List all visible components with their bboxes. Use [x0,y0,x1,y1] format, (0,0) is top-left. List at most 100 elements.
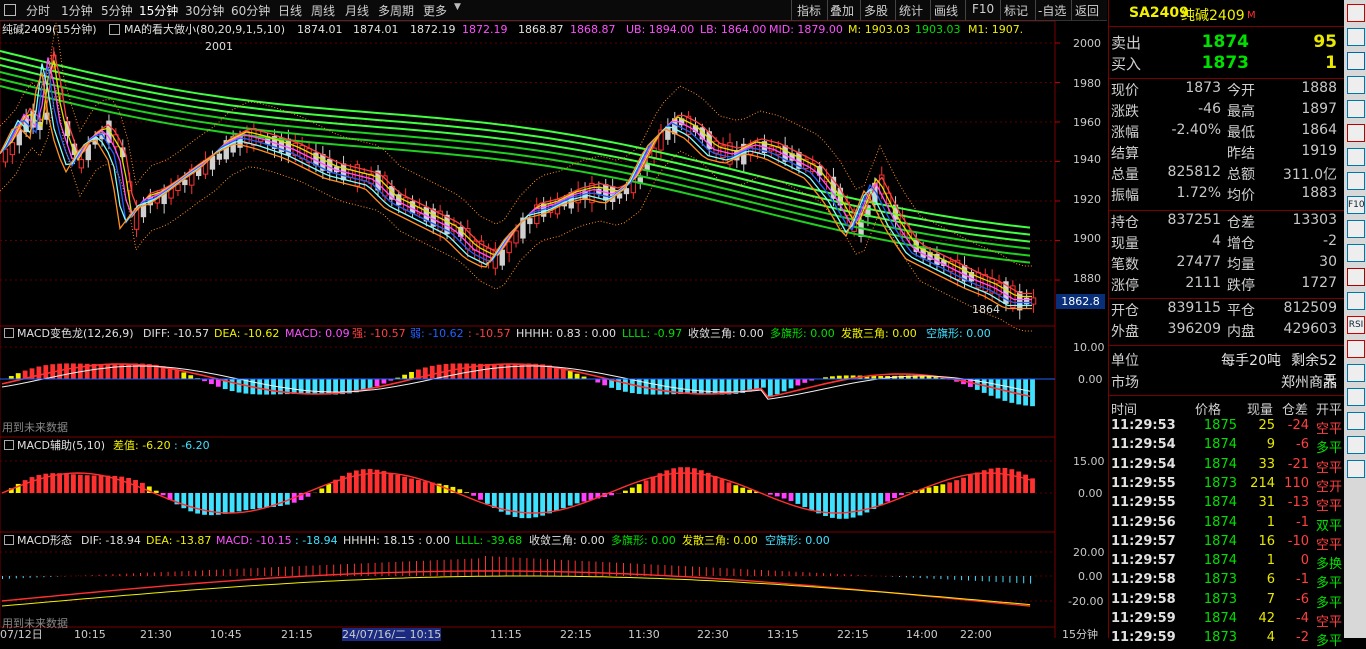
tick-row[interactable]: 11:29:551873214110空开 [1109,475,1345,494]
tick-row[interactable]: 11:29:53187525-24空平 [1109,417,1345,436]
f10-button[interactable]: F10 [972,2,994,16]
down-icon[interactable] [1347,412,1365,430]
symbol-code: SA2409 [1129,5,1189,21]
plus-icon[interactable] [1347,436,1365,454]
time-label: 10:45 [210,628,242,641]
ytick: 2000 [1073,37,1101,50]
period-30min[interactable]: 30分钟 [185,2,224,19]
period-5min[interactable]: 5分钟 [101,2,133,19]
f10-icon[interactable]: F10 [1347,196,1365,214]
draw-line-button[interactable]: 画线 [934,2,958,19]
period-monthly[interactable]: 月线 [345,2,369,19]
macd2-bar [554,493,559,511]
period-weekly[interactable]: 周线 [311,2,335,19]
alert-icon[interactable] [1347,340,1365,358]
macd3-bar [568,560,569,576]
indicator-toggle-icon[interactable] [109,24,120,35]
macd3-hhhh: HHHH: 18.15 : 0.00 [343,534,450,547]
multi-stock-button[interactable]: 多股 [864,2,888,19]
macd2-bar [520,493,525,518]
macd2-bar [747,490,752,493]
indicator-toggle-icon[interactable] [4,328,14,338]
macd2-bar [927,487,932,493]
period-60min[interactable]: 60分钟 [231,2,270,19]
indicator-toggle-icon[interactable] [4,440,14,450]
statistics-button[interactable]: 统计 [899,2,923,19]
macd3-dea: DEA: -13.87 [146,534,211,547]
window-icon[interactable] [4,4,16,16]
candle-body [79,160,83,168]
tick-type: 空开 [1316,476,1342,495]
macd3-bar [388,562,389,576]
macd1-title[interactable]: MACD变色龙(12,26,9) [17,327,134,340]
tick-price: 1874 [1195,515,1237,530]
scale-icon[interactable] [1347,220,1365,238]
tick-price: 1875 [1195,418,1237,433]
macd2-bar [202,493,207,515]
grid-icon[interactable] [1347,100,1365,118]
grid-icon[interactable] [1347,76,1365,94]
macd3-bar [278,567,279,576]
ytick: 1880 [1073,272,1101,285]
macd1-bar [409,372,414,379]
tick-row[interactable]: 11:29:5418749-6多平 [1109,436,1345,455]
grid-icon[interactable] [1347,28,1365,46]
tick-row[interactable]: 11:29:55187431-13空平 [1109,494,1345,513]
period-daily[interactable]: 日线 [278,2,302,19]
tick-row[interactable]: 11:29:54187433-21空平 [1109,456,1345,475]
macd3-bar [202,570,203,576]
tick-row[interactable]: 11:29:57187416-10空平 [1109,533,1345,552]
period-fenshi[interactable]: 分时 [26,2,50,19]
macd3-bar [954,576,955,580]
macd2-bar [830,493,835,518]
symbol-name: 纯碱2409 [1181,5,1245,25]
macd3-bar [575,561,576,576]
up-icon[interactable] [1347,388,1365,406]
mark-button[interactable]: 标记 [1004,2,1028,19]
add-favorite-button[interactable]: -自选 [1038,2,1066,19]
grid-icon[interactable] [1347,244,1365,262]
period-more[interactable]: 更多 [423,2,447,19]
macd2-bar [720,479,725,493]
macd3-bar [768,570,769,576]
tick-row[interactable]: 11:29:5918734-2多平 [1109,629,1345,648]
period-multi[interactable]: 多周期 [378,2,414,19]
macd3-bar [444,560,445,576]
period-15min[interactable]: 15分钟 [139,2,178,19]
tick-row[interactable]: 11:29:5818736-1多平 [1109,571,1345,590]
value-4: 1872.19 [462,23,508,36]
macd2-title[interactable]: MACD辅助(5,10) [17,439,105,452]
zoom-in-icon[interactable] [1347,364,1365,382]
chart-icon[interactable] [1347,124,1365,142]
tick-time: 11:29:57 [1111,553,1176,568]
indicator-toggle-icon[interactable] [4,535,14,545]
macd3-title[interactable]: MACD形态 [17,534,72,547]
fund-icon[interactable] [1347,172,1365,190]
report-icon[interactable] [1347,148,1365,166]
indicator-button[interactable]: 指标 [797,2,821,19]
rsi-icon[interactable]: RSI [1347,316,1365,334]
macd3-bar [264,568,265,576]
more-dropdown-icon[interactable]: ▼ [454,2,461,12]
quote-label: 今开 [1227,80,1255,100]
macd1-bar [175,370,180,379]
macd1-bar [568,371,573,379]
cube-icon[interactable] [1347,4,1365,22]
list-icon[interactable] [1347,52,1365,70]
period-1min[interactable]: 1分钟 [61,2,93,19]
tick-row[interactable]: 11:29:5618741-1双平 [1109,514,1345,533]
calendar-icon[interactable] [1347,292,1365,310]
tick-row[interactable]: 11:29:59187442-4空平 [1109,610,1345,629]
tick-row[interactable]: 11:29:5818737-6多平 [1109,591,1345,610]
overlay-button[interactable]: 叠加 [830,2,854,19]
main-indicator-name[interactable]: MA的看大做小(80,20,9,1,5,10) [124,23,285,36]
macd3-bar [161,572,162,576]
macd3-bar [313,566,314,577]
news-icon[interactable] [1347,268,1365,286]
tick-row[interactable]: 11:29:57187410多换 [1109,552,1345,571]
minus-icon[interactable] [1347,460,1365,478]
back-button[interactable]: 返回 [1075,2,1099,19]
macd3-bar [547,559,548,576]
quote-label: 涨跌 [1111,101,1139,121]
macd1-bar [485,364,490,379]
